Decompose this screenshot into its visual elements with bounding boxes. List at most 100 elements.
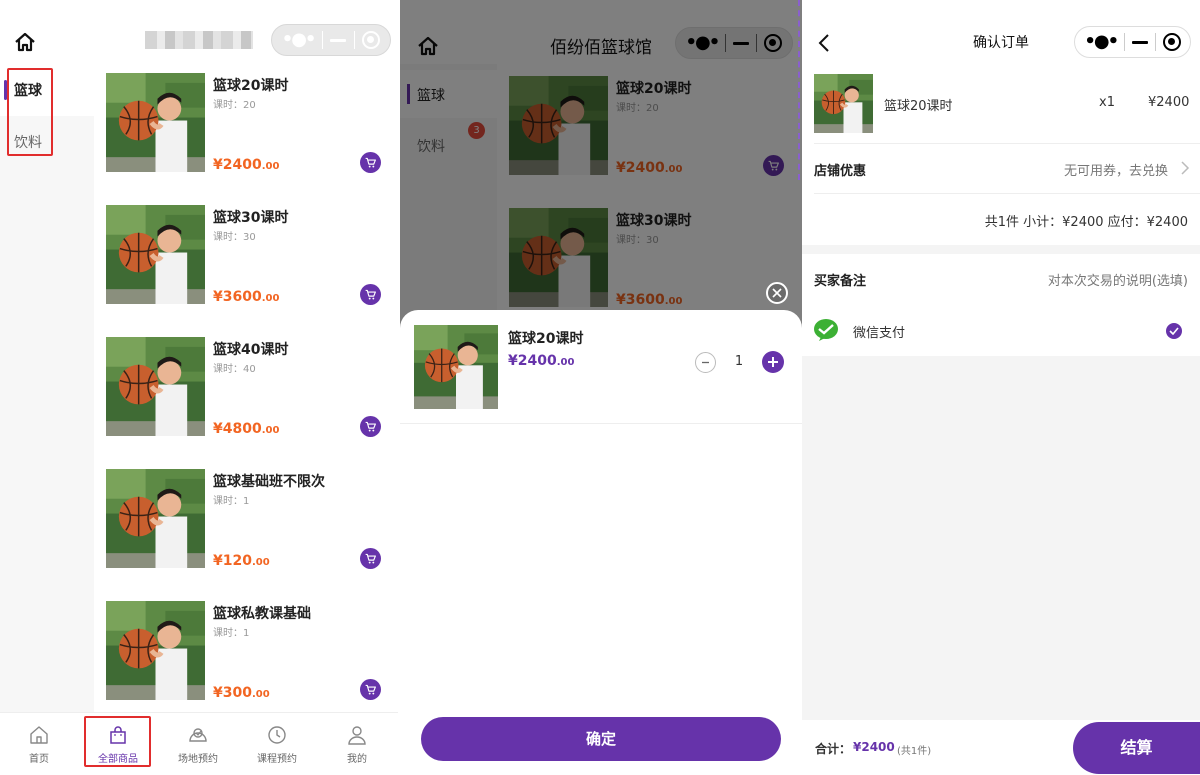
product-name: 篮球30课时 <box>213 210 289 226</box>
order-item-price: ¥2400 <box>1148 95 1190 110</box>
tab-label: 首页 <box>29 754 49 765</box>
product-image <box>814 74 873 133</box>
product-price: ¥3600.00 <box>213 289 280 305</box>
home-icon <box>30 726 48 744</box>
tab-me[interactable]: 我的 <box>325 713 389 775</box>
order-summary: 共1件 小计：¥2400 应付：¥2400 <box>984 215 1188 230</box>
drag-border <box>798 0 801 180</box>
tab-course-booking[interactable]: 课程预约 <box>245 713 309 775</box>
increase-quantity-button[interactable] <box>762 351 784 373</box>
coupon-row[interactable]: 店铺优惠 无可用券，去兑换 <box>802 144 1200 193</box>
capsule-divider <box>1123 33 1125 51</box>
cart-icon <box>364 420 377 433</box>
total-count: (共1件) <box>897 746 932 757</box>
cart-icon <box>364 156 377 169</box>
close-sheet-button[interactable] <box>766 282 788 304</box>
capsule-divider <box>321 31 323 49</box>
close-miniprogram-icon[interactable] <box>362 31 381 49</box>
wechat-pay-icon <box>814 319 838 341</box>
note-payment-section: 买家备注 对本次交易的说明(选填) 微信支付 <box>802 254 1200 356</box>
highlight-box-all-products <box>84 716 151 767</box>
add-to-cart-button[interactable] <box>360 152 381 173</box>
product-image <box>106 469 205 568</box>
minimize-icon[interactable] <box>1131 40 1148 44</box>
cart-icon <box>364 683 377 696</box>
product-image <box>106 205 205 304</box>
home-icon[interactable] <box>14 32 36 52</box>
product-name: 篮球私教课基础 <box>213 606 311 622</box>
product-item[interactable]: 篮球20课时 课时：20 ¥2400.00 <box>106 73 391 173</box>
coupon-value: 无可用券，去兑换 <box>1063 164 1168 179</box>
checkout-button[interactable]: 结算 <box>1073 722 1200 774</box>
divider <box>400 423 802 424</box>
tab-label: 课程预约 <box>257 754 297 765</box>
add-to-cart-button[interactable] <box>360 284 381 305</box>
product-meta: 课时：1 <box>213 628 250 639</box>
capsule-divider <box>353 31 355 49</box>
checkout-bar: 合计： ¥2400 (共1件) 结算 <box>802 720 1200 775</box>
tab-label: 场地预约 <box>178 754 218 765</box>
miniprogram-capsule[interactable]: •●• <box>271 24 391 56</box>
payment-method-label[interactable]: 微信支付 <box>853 322 905 341</box>
product-price: ¥120.00 <box>213 553 270 569</box>
product-price: ¥300.00 <box>213 685 270 701</box>
product-name: 篮球40课时 <box>213 342 289 358</box>
tab-label: 我的 <box>347 754 367 765</box>
quantity-value[interactable]: 1 <box>731 354 747 369</box>
order-item-row: 篮球20课时 x1 ¥2400 <box>802 72 1200 142</box>
more-icon[interactable]: •●• <box>1084 33 1119 51</box>
close-miniprogram-icon[interactable] <box>1162 33 1181 51</box>
clock-icon <box>268 726 286 744</box>
miniprogram-capsule[interactable]: •●• <box>1074 26 1191 58</box>
product-price: ¥4800.00 <box>213 421 280 437</box>
close-icon <box>772 288 782 298</box>
product-price: ¥2400.00 <box>213 157 280 173</box>
total-value: ¥2400 <box>853 740 895 754</box>
product-image <box>106 337 205 436</box>
bottom-tab-bar: 首页 全部商品 场地预约 课程预约 我的 <box>0 712 398 775</box>
add-to-cart-button[interactable] <box>360 416 381 437</box>
product-item[interactable]: 篮球40课时 课时：40 ¥4800.00 <box>106 337 391 437</box>
quantity-sheet-screen: 佰纷佰篮球馆 •●• 篮球 饮料 3 篮球20课时 课时：20 ¥2400.00… <box>400 0 802 775</box>
total-label: 合计： <box>815 742 852 756</box>
category-sidebar: 篮球 饮料 <box>0 64 94 712</box>
plus-icon <box>768 357 778 367</box>
product-price: ¥2400.00 <box>508 353 575 369</box>
product-meta: 课时：30 <box>213 232 256 243</box>
highlight-box-categories <box>7 68 53 156</box>
decrease-quantity-button[interactable] <box>695 352 716 373</box>
product-item[interactable]: 篮球30课时 课时：30 ¥3600.00 <box>106 205 391 305</box>
minimize-icon[interactable] <box>330 38 347 42</box>
product-name: 篮球20课时 <box>508 331 584 347</box>
product-item[interactable]: 篮球私教课基础 课时：1 ¥300.00 <box>106 601 391 701</box>
tab-venue-booking[interactable]: 场地预约 <box>166 713 230 775</box>
more-icon[interactable]: •●• <box>282 31 317 49</box>
product-item[interactable]: 篮球基础班不限次 课时：1 ¥120.00 <box>106 469 391 569</box>
venue-icon <box>189 728 207 742</box>
tab-home[interactable]: 首页 <box>7 713 71 775</box>
add-to-cart-button[interactable] <box>360 548 381 569</box>
product-name: 篮球20课时 <box>213 78 289 94</box>
chevron-right-icon <box>1181 161 1190 175</box>
add-to-cart-button[interactable] <box>360 679 381 700</box>
blurred-shop-name <box>145 31 253 49</box>
coupon-label: 店铺优惠 <box>814 164 867 179</box>
divider <box>814 193 1200 194</box>
product-image <box>106 601 205 700</box>
order-item-qty: x1 <box>1099 95 1115 110</box>
cart-icon <box>364 288 377 301</box>
note-label: 买家备注 <box>814 274 867 289</box>
product-list-screen: •●• 篮球 饮料 篮球20课时 课时：20 ¥2400.00 篮球30课时 课… <box>0 0 398 775</box>
check-icon <box>1169 327 1179 335</box>
payment-selected-checkbox[interactable] <box>1166 323 1182 339</box>
note-input[interactable]: 对本次交易的说明(选填) <box>1048 270 1188 289</box>
confirm-order-screen: 确认订单 •●• 篮球20课时 x1 ¥2400 店铺优惠 无可用券，去兑换 共… <box>802 0 1200 775</box>
capsule-divider <box>1154 33 1156 51</box>
cart-icon <box>364 552 377 565</box>
product-meta: 课时：20 <box>213 100 256 111</box>
user-icon <box>348 726 366 745</box>
product-meta: 课时：1 <box>213 496 250 507</box>
quantity-sheet: 篮球20课时 ¥2400.00 1 确定 <box>400 310 802 775</box>
order-item-name: 篮球20课时 <box>884 99 953 114</box>
confirm-button[interactable]: 确定 <box>421 717 781 761</box>
